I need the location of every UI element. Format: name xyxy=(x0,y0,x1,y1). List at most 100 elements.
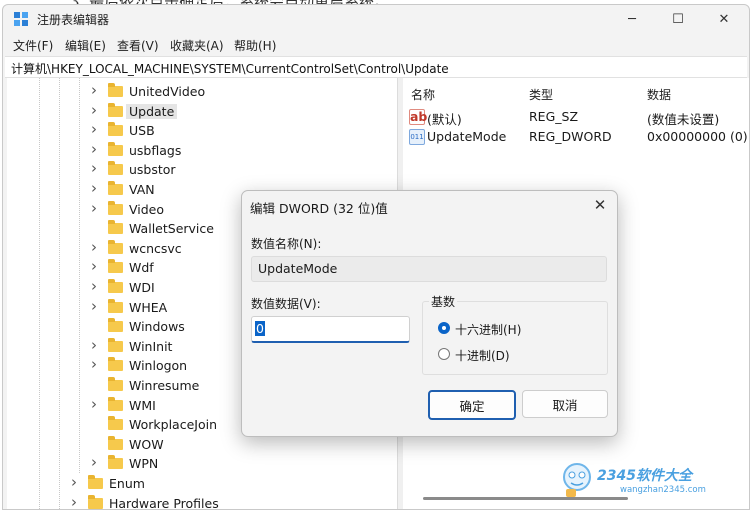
chevron-right-icon[interactable]: › xyxy=(91,101,97,119)
tree-item[interactable]: › WPN xyxy=(7,453,397,474)
watermark-sub: wangzhan2345.com xyxy=(620,485,706,495)
radio-decimal-label[interactable]: 十进制(D) xyxy=(455,347,510,364)
tree-item[interactable]: WOW xyxy=(7,435,397,455)
menu-edit[interactable]: 编辑(E) xyxy=(65,37,106,54)
chevron-right-icon[interactable]: › xyxy=(71,473,77,491)
folder-icon xyxy=(108,102,123,117)
value-name-text: UpdateMode xyxy=(258,261,338,276)
maximize-button[interactable]: ☐ xyxy=(655,5,701,33)
close-icon: ✕ xyxy=(718,11,730,27)
tree-item-label: Hardware Profiles xyxy=(109,495,219,509)
dialog-close-button[interactable]: ✕ xyxy=(588,194,612,216)
tree-item-label: WorkplaceJoin xyxy=(129,417,218,433)
value-data-label: 数值数据(V): xyxy=(251,297,321,311)
chevron-right-icon[interactable]: › xyxy=(91,120,97,138)
value-name: (默认) xyxy=(427,112,462,127)
folder-icon xyxy=(108,337,123,352)
ok-button[interactable]: 确定 xyxy=(428,390,516,420)
minimize-button[interactable]: ─ xyxy=(609,5,655,33)
radio-hex-label[interactable]: 十六进制(H) xyxy=(455,321,521,338)
chevron-right-icon[interactable]: › xyxy=(91,179,97,197)
tree-item[interactable]: › usbstor xyxy=(7,159,397,180)
folder-icon xyxy=(108,122,123,137)
tree-item[interactable]: › Update xyxy=(7,101,397,122)
folder-icon xyxy=(108,416,123,431)
folder-icon xyxy=(108,377,123,391)
folder-icon xyxy=(108,181,123,195)
tree-item-label: Winlogon xyxy=(129,358,188,374)
chevron-right-icon[interactable]: › xyxy=(91,297,97,315)
chevron-right-icon[interactable]: › xyxy=(91,81,97,99)
chevron-right-icon[interactable]: › xyxy=(91,453,97,471)
chevron-right-icon[interactable]: › xyxy=(91,395,97,413)
tree-item-label: WDI xyxy=(129,280,155,295)
folder-icon xyxy=(88,494,103,509)
chevron-right-icon[interactable]: › xyxy=(91,238,97,256)
edit-dword-dialog: 编辑 DWORD (32 位)值 ✕ 数值名称(N): UpdateMode 数… xyxy=(241,190,618,437)
chevron-right-icon[interactable]: › xyxy=(91,159,97,177)
chevron-right-icon[interactable]: › xyxy=(91,336,97,354)
tree-item-label: WalletService xyxy=(129,221,214,237)
folder-icon xyxy=(108,141,123,156)
base-label: 基数 xyxy=(429,293,458,310)
menu-file[interactable]: 文件(F) xyxy=(13,37,53,54)
chevron-right-icon[interactable]: › xyxy=(91,199,97,217)
tree-item[interactable]: › Enum xyxy=(7,473,397,494)
folder-icon xyxy=(108,83,123,97)
radio-hex[interactable] xyxy=(438,322,450,334)
string-value-icon: ab xyxy=(409,109,428,125)
chevron-right-icon[interactable]: › xyxy=(71,493,77,509)
binary-value-icon: 011 xyxy=(409,129,425,145)
tree-item[interactable]: › UnitedVideo xyxy=(7,81,397,102)
folder-icon xyxy=(108,455,123,470)
address-bar[interactable]: 计算机\HKEY_LOCAL_MACHINE\SYSTEM\CurrentCon… xyxy=(5,56,747,78)
tree-item-label: Wdf xyxy=(129,260,154,276)
ok-button-label: 确定 xyxy=(459,398,485,414)
folder-icon xyxy=(108,279,123,293)
folder-icon xyxy=(108,435,123,450)
tree-item-label: WHEA xyxy=(129,299,168,315)
tree-item-label: Winresume xyxy=(129,378,200,393)
chevron-right-icon[interactable]: › xyxy=(91,355,97,373)
chevron-right-icon[interactable]: › xyxy=(91,277,97,295)
menu-favorites[interactable]: 收藏夹(A) xyxy=(170,37,224,54)
folder-icon xyxy=(108,220,123,235)
value-data: 0x00000000 (0) xyxy=(647,129,748,144)
tree-item[interactable]: › Hardware Profiles xyxy=(7,493,397,509)
value-data-input[interactable]: 0 xyxy=(251,316,410,343)
value-row-updatemode[interactable]: 011 UpdateMode REG_DWORD 0x00000000 (0) xyxy=(403,127,749,147)
cancel-button[interactable]: 取消 xyxy=(522,390,608,418)
folder-icon xyxy=(108,239,123,254)
chevron-right-icon[interactable]: › xyxy=(91,140,97,158)
tree-item[interactable]: › usbflags xyxy=(7,140,397,161)
title-bar[interactable]: 注册表编辑器 ─ ☐ ✕ xyxy=(3,5,749,33)
menu-view[interactable]: 查看(V) xyxy=(117,37,159,54)
folder-icon xyxy=(88,475,103,489)
tree-item-label: UnitedVideo xyxy=(129,84,206,99)
mascot-icon xyxy=(563,463,591,497)
window-title: 注册表编辑器 xyxy=(37,13,110,27)
column-header-data[interactable]: 数据 xyxy=(647,86,671,103)
value-type: REG_SZ xyxy=(529,109,579,124)
tree-item[interactable]: › USB xyxy=(7,120,397,141)
tree-item-label: wcncsvc xyxy=(129,240,182,256)
column-header-type[interactable]: 类型 xyxy=(529,86,553,103)
value-row-default[interactable]: ab (默认) REG_SZ (数值未设置) xyxy=(403,107,749,127)
close-button[interactable]: ✕ xyxy=(701,5,747,33)
tree-item-label: WinInit xyxy=(129,338,173,354)
base-group xyxy=(422,301,608,375)
chevron-right-icon[interactable]: › xyxy=(91,257,97,275)
menu-help[interactable]: 帮助(H) xyxy=(234,37,276,54)
folder-icon xyxy=(108,161,123,176)
tree-item-label: WOW xyxy=(129,436,164,452)
value-type: REG_DWORD xyxy=(529,129,612,144)
value-name-label: 数值名称(N): xyxy=(251,237,322,251)
tree-item-label: Update xyxy=(126,103,178,119)
column-header-name[interactable]: 名称 xyxy=(411,86,435,103)
folder-icon xyxy=(108,298,123,313)
close-icon: ✕ xyxy=(593,196,607,214)
value-name: UpdateMode xyxy=(427,129,507,144)
folder-icon xyxy=(108,259,123,274)
value-name-field: UpdateMode xyxy=(251,256,607,282)
radio-decimal[interactable] xyxy=(438,348,450,360)
